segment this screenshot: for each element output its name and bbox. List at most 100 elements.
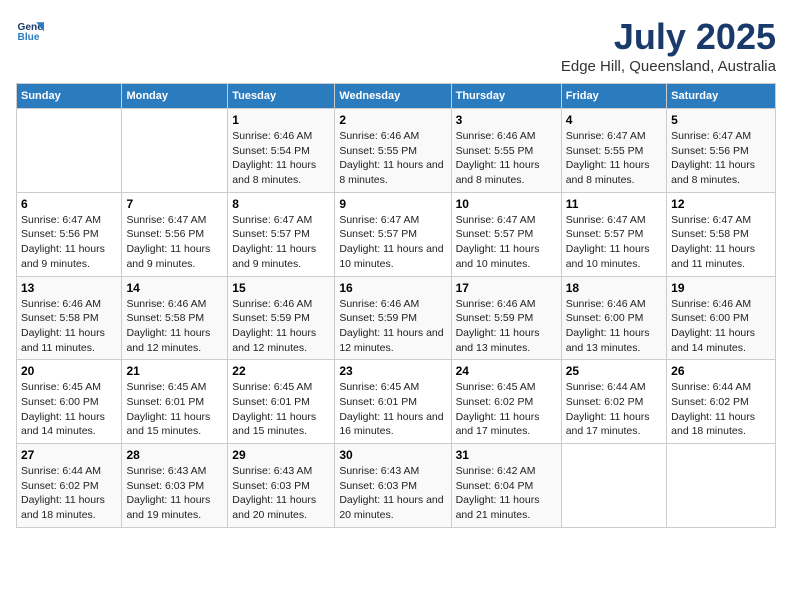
- day-cell: 19 Sunrise: 6:46 AM Sunset: 6:00 PM Dayli…: [667, 276, 776, 360]
- day-cell: 4Sunrise: 6:47 AM Sunset: 5:55 PM Daylig…: [561, 109, 666, 193]
- day-info: Sunrise: 6:46 AM Sunset: 5:55 PM Dayligh…: [339, 129, 446, 188]
- logo-icon: General Blue: [16, 16, 44, 44]
- day-cell: 11 Sunrise: 6:47 AM Sunset: 5:57 PM Dayli…: [561, 192, 666, 276]
- day-number: 30: [339, 448, 446, 462]
- day-number: 13: [21, 281, 117, 295]
- day-number: 25: [566, 364, 662, 378]
- day-number: 14: [126, 281, 223, 295]
- day-info: Sunrise: 6:45 AM Sunset: 6:01 PM Dayligh…: [126, 380, 223, 439]
- day-cell: 31 Sunrise: 6:42 AM Sunset: 6:04 PM Dayli…: [451, 444, 561, 528]
- day-cell: 25 Sunrise: 6:44 AM Sunset: 6:02 PM Dayli…: [561, 360, 666, 444]
- svg-text:Blue: Blue: [18, 32, 40, 43]
- day-number: 4: [566, 113, 662, 127]
- header-cell-monday: Monday: [122, 84, 228, 109]
- calendar-table: SundayMondayTuesdayWednesdayThursdayFrid…: [16, 83, 776, 528]
- week-row-2: 6 Sunrise: 6:47 AM Sunset: 5:56 PM Daylig…: [17, 192, 776, 276]
- title-area: July 2025 Edge Hill, Queensland, Austral…: [561, 16, 776, 75]
- day-cell: 1 Sunrise: 6:46 AM Sunset: 5:54 PM Daylig…: [228, 109, 335, 193]
- day-number: 3: [456, 113, 557, 127]
- day-info: Sunrise: 6:46 AM Sunset: 5:55 PM Dayligh…: [456, 129, 557, 188]
- day-number: 21: [126, 364, 223, 378]
- day-number: 24: [456, 364, 557, 378]
- day-number: 15: [232, 281, 330, 295]
- logo: General Blue: [16, 16, 44, 44]
- day-number: 5: [671, 113, 771, 127]
- day-info: Sunrise: 6:46 AM Sunset: 5:54 PM Dayligh…: [232, 129, 330, 188]
- day-cell: [122, 109, 228, 193]
- day-info: Sunrise: 6:46 AM Sunset: 6:00 PM Dayligh…: [566, 297, 662, 356]
- day-cell: 15 Sunrise: 6:46 AM Sunset: 5:59 PM Dayli…: [228, 276, 335, 360]
- day-cell: 30 Sunrise: 6:43 AM Sunset: 6:03 PM Dayli…: [335, 444, 451, 528]
- day-number: 20: [21, 364, 117, 378]
- day-cell: 8 Sunrise: 6:47 AM Sunset: 5:57 PM Daylig…: [228, 192, 335, 276]
- day-info: Sunrise: 6:46 AM Sunset: 5:59 PM Dayligh…: [456, 297, 557, 356]
- day-number: 22: [232, 364, 330, 378]
- day-number: 31: [456, 448, 557, 462]
- day-number: 10: [456, 197, 557, 211]
- day-cell: [561, 444, 666, 528]
- day-number: 28: [126, 448, 223, 462]
- day-info: Sunrise: 6:47 AM Sunset: 5:57 PM Dayligh…: [456, 213, 557, 272]
- day-number: 19: [671, 281, 771, 295]
- day-cell: 29 Sunrise: 6:43 AM Sunset: 6:03 PM Dayli…: [228, 444, 335, 528]
- day-number: 9: [339, 197, 446, 211]
- day-number: 2: [339, 113, 446, 127]
- day-cell: 23Sunrise: 6:45 AM Sunset: 6:01 PM Dayli…: [335, 360, 451, 444]
- day-cell: 21 Sunrise: 6:45 AM Sunset: 6:01 PM Dayli…: [122, 360, 228, 444]
- day-number: 16: [339, 281, 446, 295]
- day-cell: 16Sunrise: 6:46 AM Sunset: 5:59 PM Dayli…: [335, 276, 451, 360]
- day-cell: 13 Sunrise: 6:46 AM Sunset: 5:58 PM Dayli…: [17, 276, 122, 360]
- day-info: Sunrise: 6:43 AM Sunset: 6:03 PM Dayligh…: [126, 464, 223, 523]
- day-cell: 18 Sunrise: 6:46 AM Sunset: 6:00 PM Dayli…: [561, 276, 666, 360]
- day-cell: 10 Sunrise: 6:47 AM Sunset: 5:57 PM Dayli…: [451, 192, 561, 276]
- day-number: 8: [232, 197, 330, 211]
- day-info: Sunrise: 6:47 AM Sunset: 5:56 PM Dayligh…: [21, 213, 117, 272]
- day-info: Sunrise: 6:46 AM Sunset: 6:00 PM Dayligh…: [671, 297, 771, 356]
- day-number: 1: [232, 113, 330, 127]
- day-info: Sunrise: 6:43 AM Sunset: 6:03 PM Dayligh…: [339, 464, 446, 523]
- day-cell: 22Sunrise: 6:45 AM Sunset: 6:01 PM Dayli…: [228, 360, 335, 444]
- day-cell: 9 Sunrise: 6:47 AM Sunset: 5:57 PM Daylig…: [335, 192, 451, 276]
- day-cell: [667, 444, 776, 528]
- header-cell-friday: Friday: [561, 84, 666, 109]
- day-number: 27: [21, 448, 117, 462]
- day-info: Sunrise: 6:47 AM Sunset: 5:56 PM Dayligh…: [126, 213, 223, 272]
- header-cell-sunday: Sunday: [17, 84, 122, 109]
- day-cell: 20Sunrise: 6:45 AM Sunset: 6:00 PM Dayli…: [17, 360, 122, 444]
- day-cell: [17, 109, 122, 193]
- day-info: Sunrise: 6:44 AM Sunset: 6:02 PM Dayligh…: [21, 464, 117, 523]
- day-info: Sunrise: 6:47 AM Sunset: 5:57 PM Dayligh…: [566, 213, 662, 272]
- day-info: Sunrise: 6:44 AM Sunset: 6:02 PM Dayligh…: [566, 380, 662, 439]
- header-cell-wednesday: Wednesday: [335, 84, 451, 109]
- day-number: 18: [566, 281, 662, 295]
- day-number: 29: [232, 448, 330, 462]
- week-row-4: 20Sunrise: 6:45 AM Sunset: 6:00 PM Dayli…: [17, 360, 776, 444]
- day-number: 7: [126, 197, 223, 211]
- day-cell: 24 Sunrise: 6:45 AM Sunset: 6:02 PM Dayli…: [451, 360, 561, 444]
- day-info: Sunrise: 6:46 AM Sunset: 5:59 PM Dayligh…: [232, 297, 330, 356]
- day-info: Sunrise: 6:45 AM Sunset: 6:02 PM Dayligh…: [456, 380, 557, 439]
- day-number: 23: [339, 364, 446, 378]
- day-info: Sunrise: 6:47 AM Sunset: 5:57 PM Dayligh…: [339, 213, 446, 272]
- day-info: Sunrise: 6:46 AM Sunset: 5:58 PM Dayligh…: [126, 297, 223, 356]
- day-info: Sunrise: 6:46 AM Sunset: 5:58 PM Dayligh…: [21, 297, 117, 356]
- week-row-3: 13 Sunrise: 6:46 AM Sunset: 5:58 PM Dayli…: [17, 276, 776, 360]
- day-info: Sunrise: 6:47 AM Sunset: 5:58 PM Dayligh…: [671, 213, 771, 272]
- day-number: 6: [21, 197, 117, 211]
- day-cell: 17Sunrise: 6:46 AM Sunset: 5:59 PM Dayli…: [451, 276, 561, 360]
- day-cell: 12 Sunrise: 6:47 AM Sunset: 5:58 PM Dayli…: [667, 192, 776, 276]
- day-info: Sunrise: 6:42 AM Sunset: 6:04 PM Dayligh…: [456, 464, 557, 523]
- day-number: 12: [671, 197, 771, 211]
- day-info: Sunrise: 6:47 AM Sunset: 5:56 PM Dayligh…: [671, 129, 771, 188]
- day-cell: 28 Sunrise: 6:43 AM Sunset: 6:03 PM Dayli…: [122, 444, 228, 528]
- header-cell-tuesday: Tuesday: [228, 84, 335, 109]
- day-cell: 3 Sunrise: 6:46 AM Sunset: 5:55 PM Daylig…: [451, 109, 561, 193]
- day-info: Sunrise: 6:43 AM Sunset: 6:03 PM Dayligh…: [232, 464, 330, 523]
- day-cell: 2 Sunrise: 6:46 AM Sunset: 5:55 PM Daylig…: [335, 109, 451, 193]
- subtitle: Edge Hill, Queensland, Australia: [561, 58, 776, 75]
- day-info: Sunrise: 6:47 AM Sunset: 5:57 PM Dayligh…: [232, 213, 330, 272]
- main-title: July 2025: [561, 16, 776, 58]
- day-number: 11: [566, 197, 662, 211]
- day-cell: 26Sunrise: 6:44 AM Sunset: 6:02 PM Dayli…: [667, 360, 776, 444]
- day-info: Sunrise: 6:44 AM Sunset: 6:02 PM Dayligh…: [671, 380, 771, 439]
